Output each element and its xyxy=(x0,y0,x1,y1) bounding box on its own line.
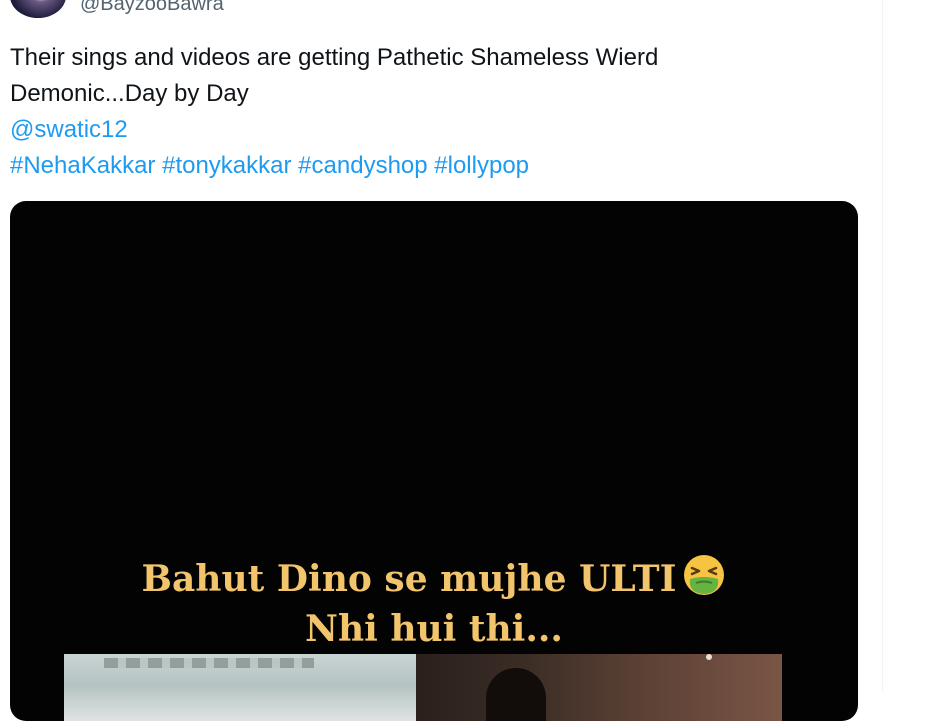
tweet-text-line: Their sings and videos are getting Pathe… xyxy=(10,44,659,71)
hashtag-link[interactable]: #candyshop xyxy=(298,152,427,179)
hashtag-link[interactable]: #lollypop xyxy=(434,152,529,179)
tweet-text-line: Demonic...Day by Day xyxy=(10,80,249,107)
video-frame-right xyxy=(416,654,782,721)
caption-line: Bahut Dino se mujhe ULTI xyxy=(141,558,677,600)
hashtag-row: #NehaKakkar #tonykakkar #candyshop #loll… xyxy=(10,148,870,184)
video-player[interactable]: Bahut Dino se mujhe ULTI Nhi hui thi... xyxy=(10,201,858,721)
video-frame-left xyxy=(64,654,416,721)
caption-line: Nhi hui thi... xyxy=(305,608,563,650)
mention-link[interactable]: @swatic12 xyxy=(10,116,128,143)
nauseated-face-icon xyxy=(684,555,725,595)
user-handle[interactable]: @BayzooBawra xyxy=(80,0,224,16)
hashtag-link[interactable]: #NehaKakkar xyxy=(10,152,155,179)
tweet-column: @BayzooBawra Their sings and videos are … xyxy=(0,0,883,721)
hashtag-link[interactable]: #tonykakkar xyxy=(162,152,291,179)
avatar[interactable] xyxy=(10,0,66,18)
tweet-text: Their sings and videos are getting Pathe… xyxy=(10,40,870,184)
video-caption: Bahut Dino se mujhe ULTI Nhi hui thi... xyxy=(10,553,858,654)
